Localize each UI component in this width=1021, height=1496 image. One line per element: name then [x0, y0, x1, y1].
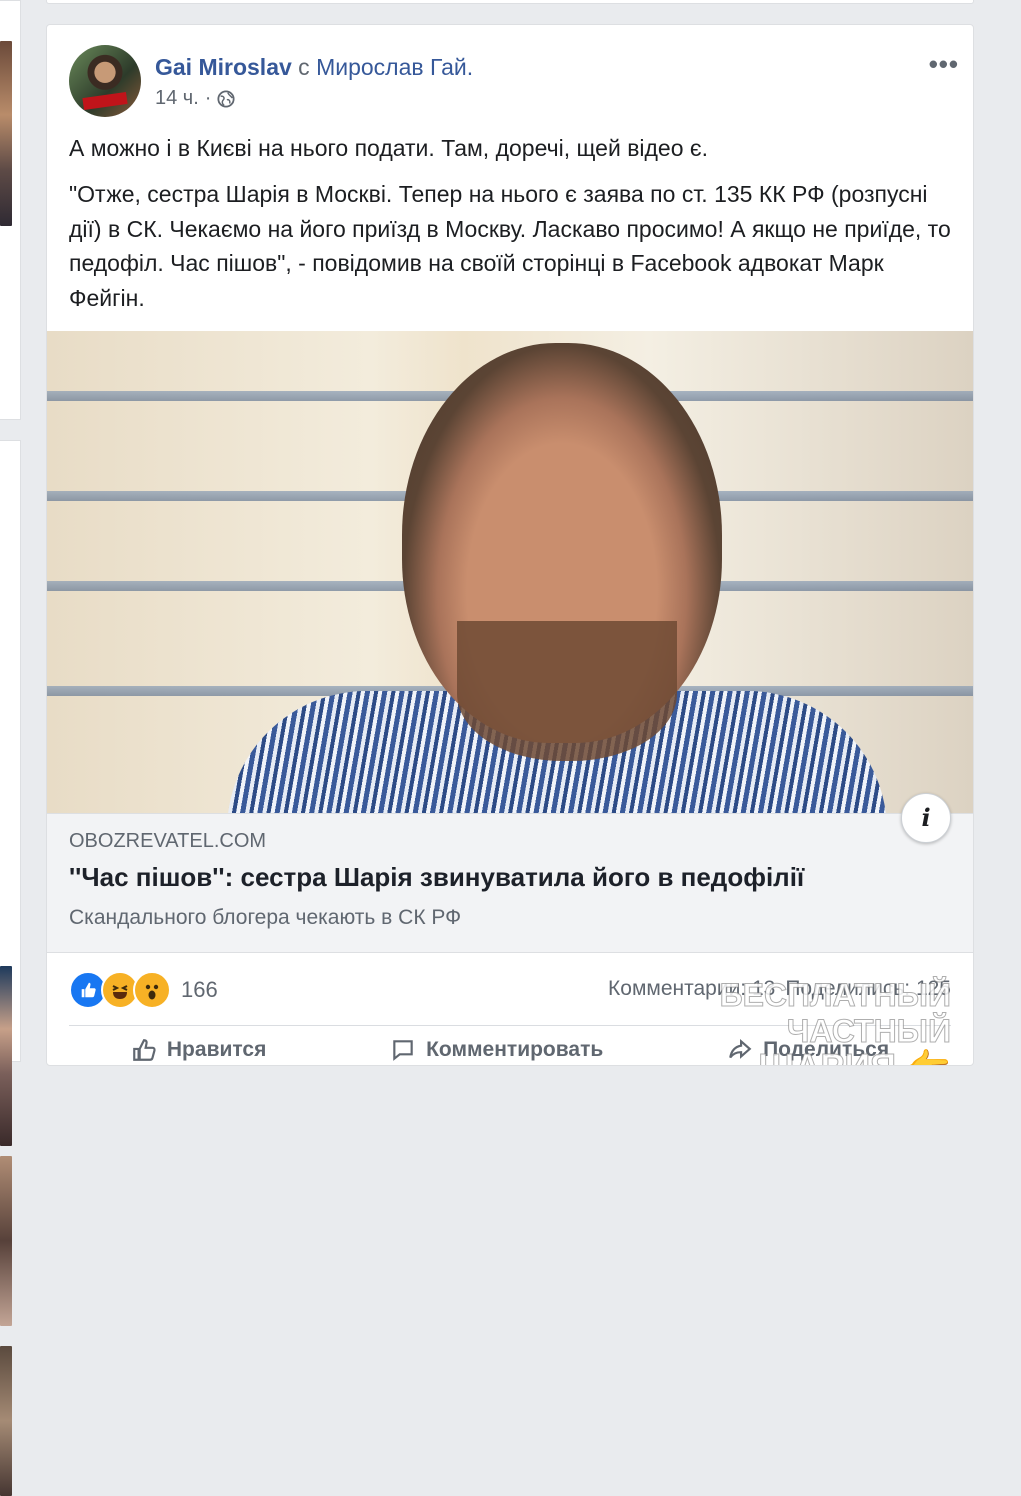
- tagged-name[interactable]: Мирослав Гай.: [316, 54, 473, 80]
- comment-button[interactable]: Комментировать: [390, 1037, 603, 1063]
- link-domain: OBOZREVATEL.COM: [69, 830, 267, 852]
- left-thumbnail[interactable]: [0, 1156, 12, 1326]
- avatar[interactable]: [69, 45, 141, 117]
- post-text-line: А можно і в Києві на нього подати. Там, …: [69, 135, 709, 161]
- post-header: Gai Miroslav с Мирослав Гай.: [155, 53, 473, 81]
- reactions-summary[interactable]: 166: [69, 971, 218, 1009]
- comment-label: Комментировать: [426, 1038, 604, 1061]
- feed-post: Gai Miroslav с Мирослав Гай. 14 ч. · •••…: [46, 24, 974, 1066]
- reaction-count: 166: [181, 977, 218, 1002]
- link-title[interactable]: ''Час пішов'': сестра Шарія звинуватила …: [69, 862, 804, 893]
- more-options-icon[interactable]: •••: [929, 49, 959, 80]
- link-description: Скандального блогера чекають в СК РФ: [69, 906, 462, 929]
- info-icon[interactable]: i: [901, 793, 951, 843]
- globe-icon[interactable]: [217, 89, 236, 108]
- watermark-line-1: БЕСПЛАТНЫЙ ЧАСТНЫЙ: [719, 977, 951, 1050]
- meta-separator: ·: [204, 87, 212, 109]
- post-meta: 14 ч. ·: [155, 87, 236, 110]
- left-thumbnail[interactable]: [0, 41, 12, 226]
- thumbs-up-icon: [133, 1039, 156, 1061]
- photo-beard: [457, 621, 677, 761]
- left-card-bottom: [0, 440, 21, 1496]
- like-button[interactable]: Нравится: [131, 1037, 266, 1063]
- wow-icon: [133, 971, 171, 1009]
- comment-icon: [393, 1040, 413, 1061]
- post-text-quote: "Отже, сестра Шарія в Москві. Тепер на н…: [69, 181, 951, 311]
- with-label: с: [298, 54, 310, 80]
- left-thumbnail[interactable]: [0, 966, 12, 1146]
- like-label: Нравится: [166, 1038, 267, 1061]
- watermark: БЕСПЛАТНЫЙ ЧАСТНЫЙ ШАРИЯ 👉 Sharij.net: [605, 977, 951, 1066]
- link-preview-image[interactable]: [47, 331, 973, 813]
- post-time[interactable]: 14 ч.: [155, 87, 199, 110]
- watermark-line-2: ШАРИЯ 👉 Sharij.net: [605, 1048, 952, 1065]
- previous-post-edge: [46, 0, 974, 4]
- left-column: [0, 0, 22, 1496]
- link-preview-caption[interactable]: OBOZREVATEL.COM ''Час пішов'': сестра Ша…: [47, 813, 973, 953]
- left-card-top: [0, 0, 21, 420]
- avatar-badge: [82, 91, 128, 111]
- left-thumbnail[interactable]: [0, 1346, 12, 1496]
- author-name[interactable]: Gai Miroslav: [155, 54, 292, 80]
